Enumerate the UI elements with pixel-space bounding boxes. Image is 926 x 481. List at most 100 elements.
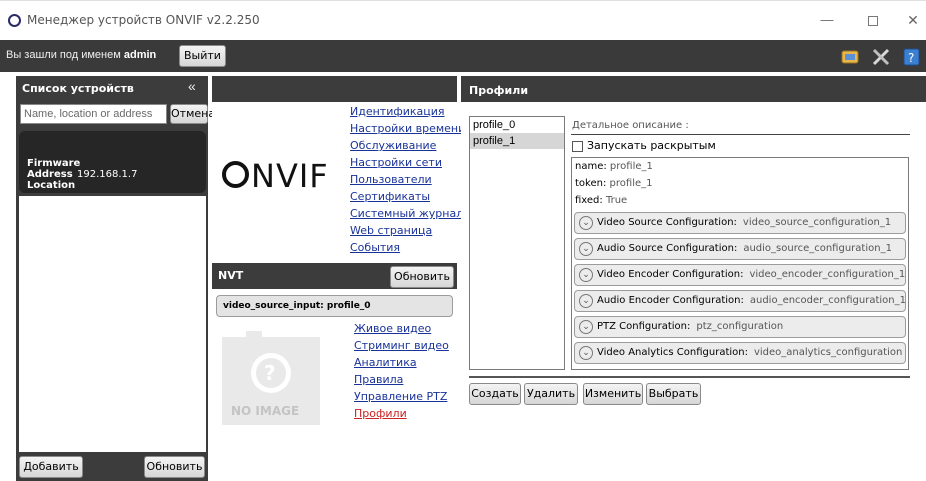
config-label: Video Source Configuration: <box>597 217 737 228</box>
config-audio-source[interactable]: ⌄ Audio Source Configuration: audio_source… <box>574 238 906 260</box>
config-label: Video Analytics Configuration: <box>597 347 748 358</box>
field-key: token: <box>575 178 607 189</box>
create-profile-button[interactable]: Создать <box>469 383 521 405</box>
config-value: audio_source_configuration_1 <box>743 243 892 254</box>
menu-maintenance[interactable]: Обслуживание <box>350 139 436 152</box>
menu-system-log[interactable]: Системный журнал <box>350 207 463 220</box>
expand-checkbox-label[interactable]: Запускать раскрытым <box>587 139 716 152</box>
onvif-logo: NVIF <box>222 157 329 195</box>
config-value: video_source_configuration_1 <box>742 217 892 228</box>
config-value: video_encoder_configuration_1 <box>749 269 906 280</box>
edit-profile-button[interactable]: Изменить <box>583 383 643 405</box>
address-row: Address 192.168.1.7 <box>27 169 137 180</box>
svg-text:?: ? <box>264 361 276 385</box>
profiles-content: profile_0 profile_1 Детальное описание :… <box>461 102 926 481</box>
config-label: Audio Source Configuration: <box>597 243 738 254</box>
tools-icon[interactable] <box>871 47 891 67</box>
menu-web-page[interactable]: Web страница <box>350 224 432 237</box>
add-device-button[interactable]: Добавить <box>19 456 83 478</box>
field-key: name: <box>575 161 607 172</box>
address-label: Address <box>27 169 73 180</box>
select-profile-button[interactable]: Выбрать <box>646 383 701 405</box>
close-button[interactable]: ✕ <box>898 7 926 33</box>
nvt-title: NVT <box>218 269 244 282</box>
expand-checkbox[interactable] <box>572 141 583 152</box>
maximize-button[interactable] <box>858 7 888 33</box>
refresh-devices-button[interactable]: Обновить <box>144 456 205 478</box>
field-key: fixed: <box>575 195 603 206</box>
config-audio-encoder[interactable]: ⌄ Audio Encoder Configuration: audio_encod… <box>574 290 906 312</box>
field-value: profile_1 <box>609 178 653 189</box>
profile-list[interactable]: profile_0 profile_1 <box>469 116 565 370</box>
window-title: Менеджер устройств ONVIF v2.2.250 <box>27 13 260 27</box>
config-label: Video Encoder Configuration: <box>597 269 744 280</box>
help-icon[interactable]: ? <box>902 47 922 67</box>
menu-identification[interactable]: Идентификация <box>350 105 445 118</box>
logout-button[interactable]: Выйти <box>179 45 226 67</box>
chevron-down-icon: ⌄ <box>579 346 593 360</box>
config-ptz[interactable]: ⌄ PTZ Configuration: ptz_configuration <box>574 316 906 338</box>
chevron-down-icon: ⌄ <box>579 294 593 308</box>
firmware-row: Firmware <box>27 158 81 169</box>
chevron-down-icon: ⌄ <box>579 242 593 256</box>
device-list-title: Список устройств <box>22 82 134 95</box>
app-icon <box>8 14 21 27</box>
detail-label: Детальное описание : <box>572 120 689 131</box>
chevron-down-icon: ⌄ <box>579 268 593 282</box>
field-value: True <box>605 195 628 206</box>
device-panel: NVIF Идентификация Настройки времени Обс… <box>212 76 465 481</box>
svg-text:?: ? <box>908 51 914 65</box>
config-value: video_analytics_configuration <box>753 347 903 358</box>
cancel-button[interactable]: Отмена <box>170 104 215 124</box>
config-video-analytics[interactable]: ⌄ Video Analytics Configuration: video_ana… <box>574 342 906 364</box>
chevron-down-icon: ⌄ <box>579 320 593 334</box>
no-image-label: NO IMAGE <box>231 404 299 418</box>
address-value: 192.168.1.7 <box>77 169 138 180</box>
profile-item[interactable]: profile_0 <box>470 117 564 133</box>
nvt-area: video_source_input: profile_0 ? NO IMAGE… <box>212 289 457 481</box>
minimize-button[interactable]: — <box>812 7 842 33</box>
menu-events[interactable]: События <box>350 241 400 254</box>
window-titlebar: Менеджер устройств ONVIF v2.2.250 — ✕ <box>0 0 926 40</box>
profiles-panel: Профили profile_0 profile_1 Детальное оп… <box>461 76 926 481</box>
field-fixed: fixed: True <box>575 195 627 206</box>
config-label: PTZ Configuration: <box>597 321 691 332</box>
menu-time-settings[interactable]: Настройки времени <box>350 122 465 135</box>
search-input[interactable] <box>20 104 167 124</box>
menu-users[interactable]: Пользователи <box>350 173 432 186</box>
config-label: Audio Encoder Configuration: <box>597 295 744 306</box>
camera-placeholder-icon: ? NO IMAGE <box>222 331 320 425</box>
menu-rules[interactable]: Правила <box>354 373 403 386</box>
video-source-bar[interactable]: video_source_input: profile_0 <box>216 295 453 317</box>
profiles-title: Профили <box>469 84 529 97</box>
profile-detail-box: name: profile_1 token: profile_1 fixed: … <box>571 157 909 370</box>
menu-profiles[interactable]: Профили <box>354 407 407 420</box>
location-label: Location <box>27 180 76 191</box>
device-list-panel: Список устройств « Отмена Firmware Addre… <box>16 76 215 481</box>
logo-text: NVIF <box>251 157 329 195</box>
delete-profile-button[interactable]: Удалить <box>524 383 578 405</box>
config-video-source[interactable]: ⌄ Video Source Configuration: video_source… <box>574 212 906 234</box>
config-video-encoder[interactable]: ⌄ Video Encoder Configuration: video_encod… <box>574 264 906 286</box>
network-icon[interactable] <box>840 47 860 67</box>
config-value: ptz_configuration <box>696 321 784 332</box>
detail-divider <box>571 134 910 135</box>
menu-video-streaming[interactable]: Стриминг видео <box>354 339 449 352</box>
device-menu-area: NVIF Идентификация Настройки времени Обс… <box>212 102 465 263</box>
username: admin <box>123 49 157 61</box>
login-prefix: Вы зашли под именем <box>6 49 121 61</box>
location-row: Location <box>27 180 77 191</box>
firmware-label: Firmware <box>27 158 81 169</box>
menu-analytics[interactable]: Аналитика <box>354 356 417 369</box>
profile-item-selected[interactable]: profile_1 <box>470 133 564 149</box>
device-card[interactable]: Firmware Address 192.168.1.7 Location <box>19 131 206 193</box>
nvt-refresh-button[interactable]: Обновить <box>390 266 454 288</box>
maximize-icon <box>868 15 878 26</box>
collapse-icon[interactable]: « <box>188 78 196 94</box>
menu-ptz-control[interactable]: Управление PTZ <box>354 390 447 403</box>
logo-ring <box>222 161 249 188</box>
menu-network-settings[interactable]: Настройки сети <box>350 156 442 169</box>
menu-live-video[interactable]: Живое видео <box>354 322 431 335</box>
menu-certificates[interactable]: Сертификаты <box>350 190 430 203</box>
field-value: profile_1 <box>609 161 653 172</box>
